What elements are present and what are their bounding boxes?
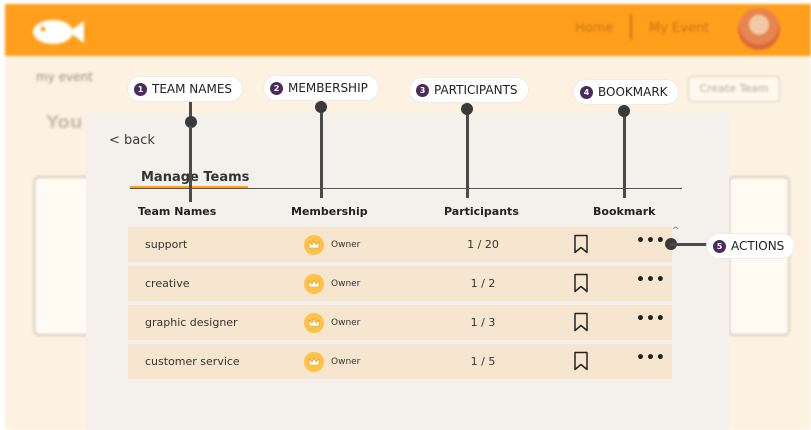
nav-my-event-link[interactable]: My Event [649,21,709,36]
callout-pin-line [670,243,710,246]
callout-label: TEAM NAMES [152,82,233,96]
column-header-team-names: Team Names [138,205,217,218]
more-actions-button[interactable]: ••• [636,311,666,327]
nav-divider [630,14,632,40]
callout-label: PARTICIPANTS [434,83,518,97]
table-row: creative Owner 1 / 2 ••• [128,266,672,301]
back-link[interactable]: < back [109,133,155,148]
title-divider [130,188,682,189]
page-heading: You [46,112,83,133]
callout-pin-line [320,98,323,198]
team-name[interactable]: graphic designer [145,316,238,329]
team-name[interactable]: creative [145,277,189,290]
breadcrumb[interactable]: my event [36,70,93,84]
membership-role: Owner [331,279,361,289]
nav-home-link[interactable]: Home [575,21,613,36]
crown-icon [304,352,324,372]
participants-count: 1 / 5 [470,355,496,368]
callout-number: 5 [713,239,726,253]
team-name[interactable]: support [145,238,187,251]
callout-number: 3 [416,83,429,97]
callout-pin-dot [618,105,630,117]
more-actions-button[interactable]: ••• [636,233,666,249]
scroll-up-icon[interactable]: ^ [672,226,680,236]
callout-number: 1 [134,82,147,96]
callout-team-names: 1 TEAM NAMES [128,77,243,101]
crown-icon [304,235,324,255]
fish-logo-icon[interactable] [31,17,85,47]
callout-participants: 3 PARTICIPANTS [410,78,528,102]
bookmark-icon[interactable] [573,351,589,371]
membership-role: Owner [331,357,361,367]
callout-bookmark: 4 BOOKMARK [574,80,678,104]
bookmark-icon[interactable] [573,312,589,332]
table-row: graphic designer Owner 1 / 3 ••• [128,305,672,340]
callout-label: MEMBERSHIP [288,81,368,95]
callout-membership: 2 MEMBERSHIP [264,76,378,100]
participants-count: 1 / 20 [467,238,499,251]
team-name[interactable]: customer service [145,355,240,368]
team-table: support Owner 1 / 20 ••• creative Owner … [128,227,672,383]
callout-pin-line [189,126,192,202]
crown-icon [304,313,324,333]
membership-role: Owner [331,318,361,328]
column-header-bookmark: Bookmark [593,205,656,218]
more-actions-button[interactable]: ••• [636,350,666,366]
callout-label: BOOKMARK [598,85,668,99]
table-row: customer service Owner 1 / 5 ••• [128,344,672,379]
callout-number: 4 [580,85,593,99]
membership-role: Owner [331,240,361,250]
create-team-button[interactable]: Create Team [688,76,780,102]
crown-icon [304,274,324,294]
callout-actions: 5 ACTIONS [707,234,795,258]
callout-label: ACTIONS [731,239,785,253]
callout-pin-dot [461,103,473,115]
bookmark-icon[interactable] [573,273,589,293]
table-row: support Owner 1 / 20 ••• [128,227,672,262]
background-card [33,176,93,336]
avatar[interactable] [738,8,780,50]
column-header-membership: Membership [291,205,368,218]
column-header-participants: Participants [444,205,519,218]
participants-count: 1 / 2 [470,277,496,290]
bookmark-icon[interactable] [573,234,589,254]
callout-number: 2 [270,81,283,95]
participants-count: 1 / 3 [470,316,496,329]
section-title: Manage Teams [141,170,250,185]
more-actions-button[interactable]: ••• [636,272,666,288]
callout-pin-dot [315,101,327,113]
